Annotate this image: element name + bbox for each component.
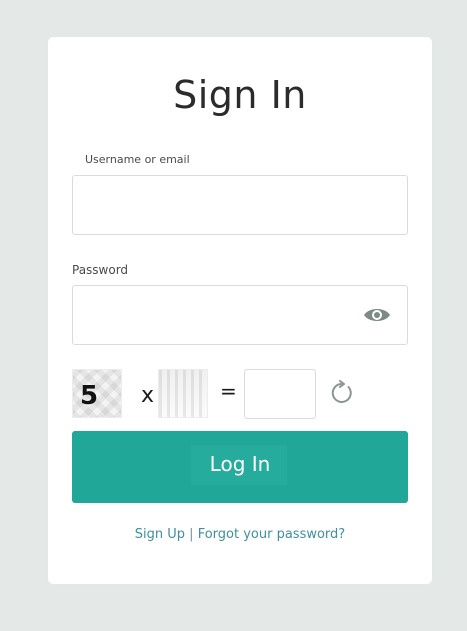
username-label: Username or email [85, 153, 190, 166]
captcha-image-digit: 5 [72, 369, 122, 418]
captcha-row: 5 x 40 = [72, 369, 408, 419]
username-field[interactable] [72, 175, 408, 235]
username-input[interactable] [73, 176, 407, 234]
page-title: Sign In [173, 73, 307, 117]
sign-up-link[interactable]: Sign Up [135, 527, 185, 542]
captcha-first-operand: 5 [80, 381, 99, 411]
captcha-answer-input[interactable] [245, 370, 315, 418]
sign-in-card: Sign In Username or email Password 5 x 4… [48, 37, 432, 584]
eye-icon[interactable] [363, 306, 391, 324]
password-input[interactable] [73, 286, 407, 344]
captcha-equals: = [220, 379, 237, 403]
password-label: Password [72, 263, 129, 277]
forgot-password-link[interactable]: Forgot your password? [198, 527, 346, 542]
password-field[interactable] [72, 285, 408, 345]
auth-links: Sign Up | Forgot your password? [48, 527, 432, 542]
login-button-label: Log In [209, 452, 271, 476]
captcha-answer-field[interactable] [244, 369, 316, 419]
link-separator: | [189, 527, 194, 542]
login-button[interactable]: Log In [72, 431, 408, 503]
refresh-icon[interactable] [329, 380, 353, 406]
captcha-noise-image [158, 369, 208, 418]
